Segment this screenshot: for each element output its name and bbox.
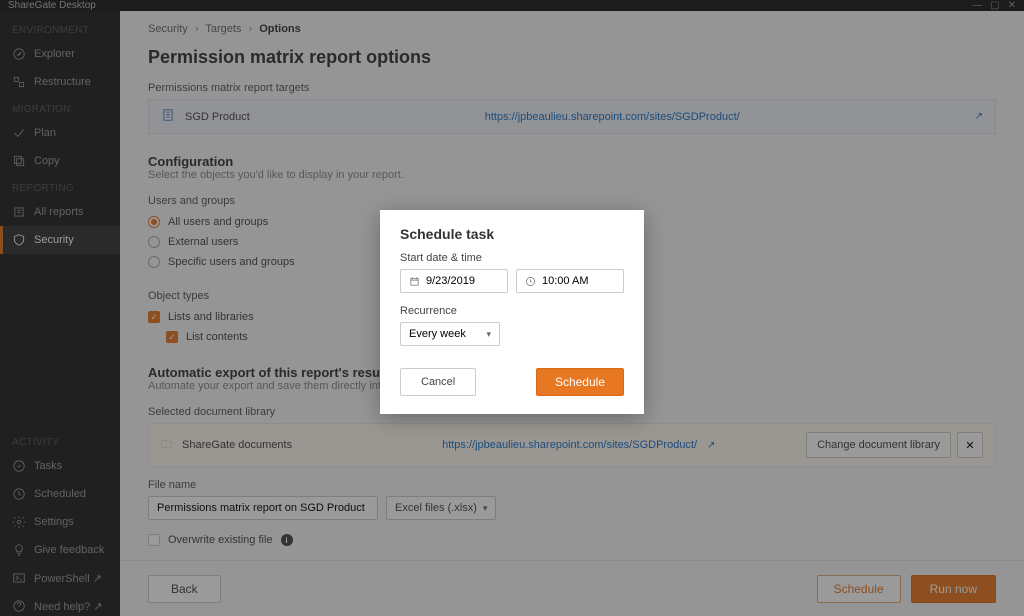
chevron-down-icon: ▾ [486, 329, 491, 340]
start-datetime-label: Start date & time [400, 252, 624, 264]
date-picker[interactable]: 9/23/2019 [400, 269, 508, 293]
schedule-task-modal: Schedule task Start date & time 9/23/201… [380, 210, 644, 414]
recurrence-value: Every week [409, 328, 466, 340]
time-value: 10:00 AM [542, 275, 588, 287]
modal-title: Schedule task [400, 226, 624, 242]
recurrence-label: Recurrence [400, 305, 624, 317]
recurrence-select[interactable]: Every week ▾ [400, 322, 500, 346]
date-value: 9/23/2019 [426, 275, 475, 287]
modal-overlay[interactable]: Schedule task Start date & time 9/23/201… [0, 0, 1024, 616]
time-picker[interactable]: 10:00 AM [516, 269, 624, 293]
calendar-icon [409, 276, 420, 287]
cancel-button[interactable]: Cancel [400, 368, 476, 396]
modal-schedule-button[interactable]: Schedule [536, 368, 624, 396]
clock-icon [525, 276, 536, 287]
